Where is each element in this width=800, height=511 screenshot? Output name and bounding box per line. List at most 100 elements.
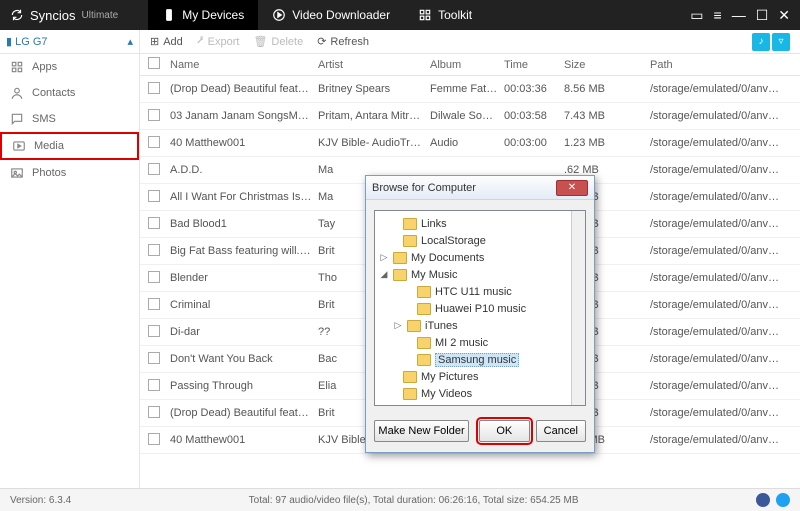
phone-icon [162,8,176,22]
tree-node-localstorage[interactable]: LocalStorage [377,232,583,249]
device-selector[interactable]: ▮ LG G7 ▴ [0,30,139,54]
sidebar-item-sms[interactable]: SMS [0,106,139,132]
col-album[interactable]: Album [430,59,504,71]
export-button[interactable]: ⭷Export [197,32,240,51]
sidebar-item-media[interactable]: Media [0,132,139,160]
dialog-titlebar[interactable]: Browse for Computer ✕ [366,176,594,200]
sms-icon [10,112,24,126]
sync-icon [10,8,24,22]
menu-icon[interactable]: ≡ [714,7,722,23]
cell-album: Femme Fatale [430,83,504,95]
status-summary: Total: 97 audio/video file(s), Total dur… [249,495,579,506]
cell-path: /storage/emulated/0/anvSyncDr... [650,380,792,392]
row-checkbox[interactable] [148,109,160,121]
tree-label: Links [421,218,447,230]
window-controls: ▭ ≡ — ☐ ✕ [690,7,790,24]
tree-node-itunes[interactable]: ▷ iTunes [377,317,583,334]
tree-node-links[interactable]: Links [377,215,583,232]
facebook-icon[interactable] [756,493,770,507]
tree-node-myvideos[interactable]: My Videos [377,385,583,402]
cell-name: 40 Matthew001 [170,137,318,149]
make-new-folder-button[interactable]: Make New Folder [374,420,469,442]
cell-name: Bad Blood1 [170,218,318,230]
row-checkbox[interactable] [148,217,160,229]
tree-label: MI 2 music [435,337,488,349]
cancel-button[interactable]: Cancel [536,420,586,442]
row-checkbox[interactable] [148,352,160,364]
folder-icon [403,388,417,400]
cell-path: /storage/emulated/0/anvSyncDr... [650,353,792,365]
tree-node-huawei[interactable]: Huawei P10 music [377,300,583,317]
cell-name: Passing Through [170,380,318,392]
expand-icon[interactable]: ▷ [379,405,389,406]
row-checkbox[interactable] [148,298,160,310]
row-checkbox[interactable] [148,406,160,418]
tree-label: iTunes [425,320,458,332]
tree-node-samsung[interactable]: Samsung music [377,351,583,368]
folder-icon [417,337,431,349]
row-checkbox[interactable] [148,136,160,148]
sidebar-item-contacts[interactable]: Contacts [0,80,139,106]
cell-name: A.D.D. [170,164,318,176]
row-checkbox[interactable] [148,82,160,94]
tab-toolkit[interactable]: Toolkit [404,0,486,30]
cell-size: 7.43 MB [564,110,650,122]
col-size[interactable]: Size [564,59,650,71]
toolbar: ⊞Add ⭷Export 🗑Delete ⟳Refresh ♪ ▿ [140,30,800,54]
music-view-icon[interactable]: ♪ [752,33,770,51]
sidebar-item-photos[interactable]: Photos [0,160,139,186]
close-icon[interactable]: ✕ [778,7,790,24]
select-all-checkbox[interactable] [148,57,160,69]
add-button[interactable]: ⊞Add [150,35,183,48]
twitter-icon[interactable] [776,493,790,507]
table-row[interactable]: (Drop Dead) Beautiful featuring S...Brit… [140,76,800,103]
delete-button[interactable]: 🗑Delete [253,35,303,48]
play-circle-icon [272,8,286,22]
tab-video-downloader[interactable]: Video Downloader [258,0,404,30]
cell-path: /storage/emulated/0/anvSyncDr... [650,137,792,149]
minimize-icon[interactable]: — [732,7,746,23]
col-path[interactable]: Path [650,59,792,71]
col-time[interactable]: Time [504,59,564,71]
folder-icon [393,269,407,281]
cell-name: Don't Want You Back [170,353,318,365]
expand-icon[interactable]: ▷ [393,320,403,331]
chat-icon[interactable]: ▭ [690,7,703,24]
row-checkbox[interactable] [148,244,160,256]
tree-node-mymusic[interactable]: ◢My Music [377,266,583,283]
maximize-icon[interactable]: ☐ [756,7,769,24]
collapse-icon[interactable]: ◢ [379,269,389,280]
app-edition: Ultimate [82,10,119,21]
video-view-icon[interactable]: ▿ [772,33,790,51]
table-row[interactable]: 03 Janam Janam SongsMp3.ComPritam, Antar… [140,103,800,130]
row-checkbox[interactable] [148,325,160,337]
export-icon: ⭷ [197,32,204,51]
row-checkbox[interactable] [148,379,160,391]
cell-size: 1.23 MB [564,137,650,149]
tree-scrollbar[interactable] [571,211,585,405]
row-checkbox[interactable] [148,190,160,202]
tree-node-mi2[interactable]: MI 2 music [377,334,583,351]
tab-my-devices[interactable]: My Devices [148,0,258,30]
row-checkbox[interactable] [148,433,160,445]
tree-node-mypictures[interactable]: My Pictures [377,368,583,385]
refresh-icon: ⟳ [317,35,326,48]
table-row[interactable]: 40 Matthew001KJV Bible- AudioTrea...Audi… [140,130,800,157]
tab-devices-label: My Devices [182,8,244,22]
ok-button[interactable]: OK [479,420,529,442]
tree-node-savedgames[interactable]: ▷Saved Games [377,402,583,406]
dialog-close-button[interactable]: ✕ [556,180,588,196]
row-checkbox[interactable] [148,163,160,175]
row-checkbox[interactable] [148,271,160,283]
sidebar: ▮ LG G7 ▴ Apps Contacts SMS Media Photos [0,30,140,488]
top-tabs: My Devices Video Downloader Toolkit [148,0,486,30]
tree-node-htc[interactable]: HTC U11 music [377,283,583,300]
tree-node-mydocuments[interactable]: ▷My Documents [377,249,583,266]
refresh-button[interactable]: ⟳Refresh [317,35,369,48]
col-name[interactable]: Name [170,59,318,71]
col-artist[interactable]: Artist [318,59,430,71]
sidebar-item-apps[interactable]: Apps [0,54,139,80]
sidebar-label: Media [34,140,64,152]
expand-icon[interactable]: ▷ [379,252,389,263]
folder-icon [417,303,431,315]
